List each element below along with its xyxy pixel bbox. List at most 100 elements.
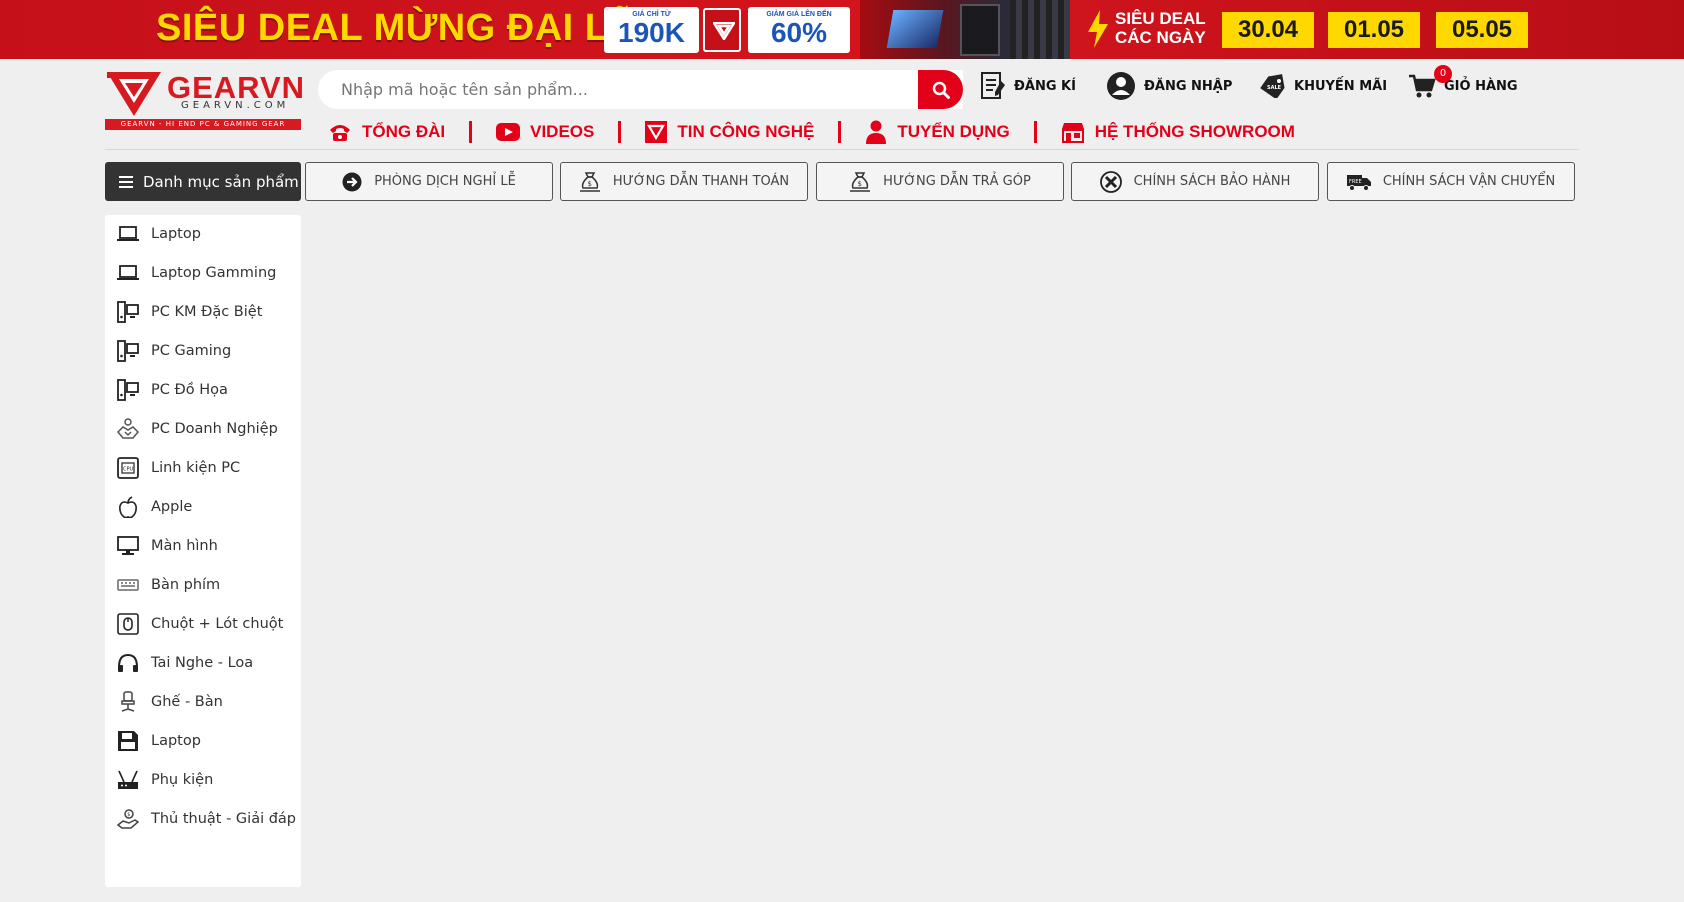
sidebar-item-laptop-storage[interactable]: Laptop bbox=[117, 726, 201, 756]
sidebar-label: Linh kiện PC bbox=[151, 460, 241, 476]
sidebar-item-components[interactable]: CPU Linh kiện PC bbox=[117, 453, 240, 483]
nav-item-showroom[interactable]: HỆ THỐNG SHOWROOM bbox=[1061, 121, 1295, 143]
sidebar-label: PC KM Đặc Biệt bbox=[151, 304, 263, 320]
sidebar-item-laptop-gaming[interactable]: Laptop Gamming bbox=[117, 258, 276, 288]
policy-installment-button[interactable]: $ HƯỚNG DẪN TRẢ GÓP bbox=[816, 162, 1064, 201]
svg-text:FREE: FREE bbox=[1349, 179, 1362, 185]
nav-item-recruitment[interactable]: TUYỂN DỤNG bbox=[865, 120, 1010, 144]
sidebar-item-laptop[interactable]: Laptop bbox=[117, 219, 201, 249]
promo-banner[interactable]: SIÊU DEAL MỪNG ĐẠI LỄ GIÁ CHỈ TỪ 190K GI… bbox=[0, 0, 1684, 59]
cart-link[interactable]: GIỎ HÀNG bbox=[1408, 68, 1518, 104]
sidebar-item-accessories[interactable]: Phụ kiện bbox=[117, 765, 213, 795]
cart-label: GIỎ HÀNG bbox=[1444, 78, 1518, 94]
banner-date-1: 30.04 bbox=[1222, 12, 1314, 48]
nav-label-showroom: HỆ THỐNG SHOWROOM bbox=[1094, 122, 1295, 141]
sidebar-item-monitor[interactable]: Màn hình bbox=[117, 531, 218, 561]
banner-discount-box: GIẢM GIÁ LÊN ĐẾN 60% bbox=[748, 7, 850, 53]
nav-item-hotline[interactable]: TỔNG ĐÀI bbox=[328, 122, 445, 142]
banner-gear-image bbox=[1010, 0, 1070, 59]
monitor-icon bbox=[117, 536, 139, 555]
sidebar-label: PC Gaming bbox=[151, 343, 232, 359]
sidebar-label: Ghế - Bàn bbox=[151, 694, 223, 710]
nav-item-videos[interactable]: VIDEOS bbox=[496, 122, 594, 142]
banner-laptop-image bbox=[886, 10, 944, 48]
policy-holiday-label: PHÒNG DỊCH NGHỈ LỄ bbox=[374, 174, 516, 189]
chair-icon bbox=[121, 691, 135, 712]
sidebar-label: PC Đồ Họa bbox=[151, 382, 228, 398]
banner-headline: SIÊU DEAL MỪNG ĐẠI LỄ bbox=[156, 7, 635, 49]
mouse-icon bbox=[117, 613, 139, 635]
sidebar-item-pc-business[interactable]: PC Doanh Nghiệp bbox=[117, 414, 278, 444]
floppy-icon bbox=[118, 731, 138, 751]
sidebar-label: Tai Nghe - Loa bbox=[151, 655, 254, 671]
sidebar-item-mouse[interactable]: Chuột + Lót chuột bbox=[117, 609, 283, 639]
svg-text:$: $ bbox=[587, 180, 591, 188]
money-bag-icon: $ bbox=[850, 171, 871, 192]
lightning-icon bbox=[1088, 10, 1108, 48]
sidebar-item-pc-gaming[interactable]: PC Gaming bbox=[117, 336, 231, 366]
search-input[interactable] bbox=[318, 70, 918, 109]
product-category-button[interactable]: Danh mục sản phẩm bbox=[105, 162, 301, 201]
person-icon bbox=[866, 120, 887, 144]
sidebar-item-chair-desk[interactable]: Ghế - Bàn bbox=[117, 687, 223, 717]
svg-text:$: $ bbox=[127, 812, 130, 818]
sidebar-item-tips[interactable]: $ Thủ thuật - Giải đáp bbox=[117, 804, 296, 834]
policy-installment-label: HƯỚNG DẪN TRẢ GÓP bbox=[883, 174, 1031, 189]
user-avatar-icon bbox=[1107, 72, 1135, 100]
product-category-label: Danh mục sản phẩm bbox=[143, 172, 299, 191]
policy-shipping-button[interactable]: FREE CHÍNH SÁCH VẬN CHUYỂN bbox=[1327, 162, 1575, 201]
nav-divider bbox=[469, 121, 473, 143]
nav-item-tech-news[interactable]: TIN CÔNG NGHỆ bbox=[645, 121, 814, 143]
support-icon: $ bbox=[117, 809, 139, 829]
promotions-label: KHUYẾN MÃI bbox=[1294, 78, 1388, 94]
sidebar-label: Màn hình bbox=[151, 538, 218, 554]
sale-tag-icon: SALE bbox=[1260, 74, 1285, 98]
register-link[interactable]: ĐĂNG KÍ bbox=[980, 68, 1076, 104]
search-box bbox=[318, 70, 963, 109]
logo-tagline: GEARVN - HI END PC & GAMING GEAR bbox=[105, 119, 301, 130]
nav-label-videos: VIDEOS bbox=[530, 122, 595, 141]
banner-date-3: 05.05 bbox=[1436, 12, 1528, 48]
tools-icon bbox=[1099, 170, 1122, 193]
register-label: ĐĂNG KÍ bbox=[1014, 78, 1076, 94]
headphones-icon bbox=[118, 653, 138, 672]
site-logo[interactable]: GEARVN GEARVN.COM GEARVN - HI END PC & G… bbox=[105, 70, 304, 130]
policy-payment-button[interactable]: $ HƯỚNG DẪN THANH TOÁN bbox=[560, 162, 808, 201]
banner-price-value: 190K bbox=[618, 17, 685, 48]
apple-icon bbox=[119, 496, 137, 518]
youtube-icon bbox=[496, 123, 521, 141]
arrow-right-circle-icon bbox=[342, 172, 362, 191]
sidebar-item-pc-graphics[interactable]: PC Đồ Họa bbox=[117, 375, 228, 405]
news-logo-icon bbox=[645, 121, 668, 143]
banner-pc-case-image bbox=[960, 4, 1000, 56]
delivery-truck-icon: FREE bbox=[1346, 174, 1371, 191]
promotions-link[interactable]: SALE KHUYẾN MÃI bbox=[1258, 68, 1387, 104]
nav-label-tech-news: TIN CÔNG NGHỆ bbox=[677, 122, 815, 141]
laptop-icon bbox=[117, 226, 139, 241]
policy-holiday-button[interactable]: PHÒNG DỊCH NGHỈ LỄ bbox=[305, 162, 553, 201]
sidebar-label: Apple bbox=[151, 499, 193, 515]
sidebar-item-pc-promo[interactable]: PC KM Đặc Biệt bbox=[117, 297, 262, 327]
search-button[interactable] bbox=[918, 70, 963, 109]
policy-warranty-label: CHÍNH SÁCH BẢO HÀNH bbox=[1133, 174, 1291, 189]
banner-daily-deal-line2: CÁC NGÀY bbox=[1115, 28, 1206, 47]
search-icon bbox=[932, 81, 950, 99]
logo-domain: GEARVN.COM bbox=[181, 100, 290, 111]
sidebar-item-keyboard[interactable]: Bàn phím bbox=[117, 570, 220, 600]
sidebar-item-apple[interactable]: Apple bbox=[117, 492, 192, 522]
keyboard-icon bbox=[117, 579, 139, 591]
svg-text:CPU: CPU bbox=[123, 467, 134, 473]
banner-discount-value: 60% bbox=[770, 17, 828, 48]
login-label: ĐĂNG NHẬP bbox=[1144, 78, 1233, 94]
nav-divider bbox=[838, 121, 842, 143]
cpu-icon: CPU bbox=[117, 457, 139, 479]
cart-count-badge: 0 bbox=[1434, 65, 1452, 83]
banner-daily-deal: SIÊU DEAL CÁC NGÀY bbox=[1115, 9, 1206, 47]
sidebar-item-headphones[interactable]: Tai Nghe - Loa bbox=[117, 648, 253, 678]
sidebar-label: Thủ thuật - Giải đáp bbox=[151, 811, 297, 827]
login-link[interactable]: ĐĂNG NHẬP bbox=[1106, 68, 1232, 104]
banner-price-box: GIÁ CHỈ TỪ 190K bbox=[604, 7, 699, 53]
policy-warranty-button[interactable]: CHÍNH SÁCH BẢO HÀNH bbox=[1071, 162, 1319, 201]
sidebar-label: Phụ kiện bbox=[151, 772, 214, 788]
pc-icon bbox=[117, 301, 139, 323]
